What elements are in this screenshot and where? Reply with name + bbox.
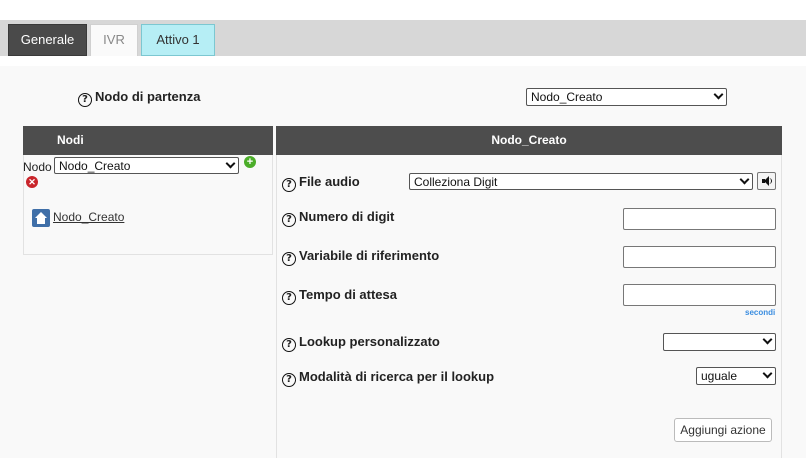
tempo-label-text: Tempo di attesa (299, 287, 398, 302)
tab-ivr[interactable]: IVR (90, 24, 138, 56)
nodi-panel-header: Nodi (23, 126, 273, 155)
lookup-label: ? Lookup personalizzato (282, 334, 440, 352)
start-node-label: ? Nodo di partenza (78, 89, 200, 107)
add-action-button[interactable]: Aggiungi azione (674, 418, 772, 442)
home-icon[interactable] (32, 209, 50, 227)
question-circle-icon[interactable]: ? (282, 291, 296, 305)
variabile-input[interactable] (623, 246, 776, 268)
tab-generale[interactable]: Generale (8, 24, 87, 56)
node-panel-header: Nodo_Creato (276, 126, 782, 155)
file-audio-select-value: Colleziona Digit (414, 175, 498, 189)
start-node-select-value: Nodo_Creato (531, 90, 603, 104)
modalita-label-text: Modalità di ricerca per il lookup (299, 369, 495, 384)
chevron-down-icon (225, 158, 236, 169)
home-icon-base (37, 218, 45, 224)
file-audio-label-text: File audio (299, 174, 360, 189)
modalita-select[interactable]: uguale (696, 367, 776, 385)
file-audio-label: ? File audio (282, 174, 360, 192)
question-circle-icon[interactable]: ? (282, 373, 296, 387)
node-panel (276, 155, 782, 458)
variabile-label-text: Variabile di riferimento (299, 248, 440, 263)
question-circle-icon[interactable]: ? (78, 93, 92, 107)
nodo-select-value: Nodo_Creato (59, 159, 131, 173)
plus-circle-icon[interactable]: + (244, 156, 256, 168)
question-circle-icon[interactable]: ? (282, 252, 296, 266)
variabile-label: ? Variabile di riferimento (282, 248, 439, 266)
speaker-wave (769, 178, 772, 184)
question-circle-icon[interactable]: ? (282, 178, 296, 192)
nodo-label: Nodo (23, 160, 52, 174)
start-node-select[interactable]: Nodo_Creato (526, 88, 727, 106)
x-circle-icon[interactable]: ✕ (26, 176, 38, 188)
tempo-input[interactable] (623, 284, 776, 306)
speaker-button[interactable] (757, 172, 776, 190)
chevron-down-icon (713, 89, 724, 100)
modalita-select-value: uguale (701, 369, 738, 383)
numero-digit-label-text: Numero di digit (299, 209, 395, 224)
numero-digit-input[interactable] (623, 208, 776, 230)
lookup-label-text: Lookup personalizzato (299, 334, 440, 349)
chevron-down-icon (739, 174, 750, 185)
question-circle-icon[interactable]: ? (282, 213, 296, 227)
tempo-unit: secondi (745, 308, 776, 317)
tab-attivo-1[interactable]: Attivo 1 (141, 24, 215, 56)
chevron-down-icon (762, 368, 773, 379)
file-audio-select[interactable]: Colleziona Digit (409, 173, 753, 190)
node-link[interactable]: Nodo_Creato (53, 210, 124, 224)
question-circle-icon[interactable]: ? (282, 338, 296, 352)
tempo-label: ? Tempo di attesa (282, 287, 397, 305)
start-node-label-text: Nodo di partenza (95, 89, 201, 104)
modalita-label: ? Modalità di ricerca per il lookup (282, 369, 494, 387)
lookup-select[interactable] (663, 333, 776, 351)
tab-bar: Generale IVR Attivo 1 (0, 20, 806, 56)
chevron-down-icon (762, 334, 773, 345)
numero-digit-label: ? Numero di digit (282, 209, 394, 227)
top-strip (0, 0, 806, 20)
nodo-select[interactable]: Nodo_Creato (54, 157, 239, 174)
